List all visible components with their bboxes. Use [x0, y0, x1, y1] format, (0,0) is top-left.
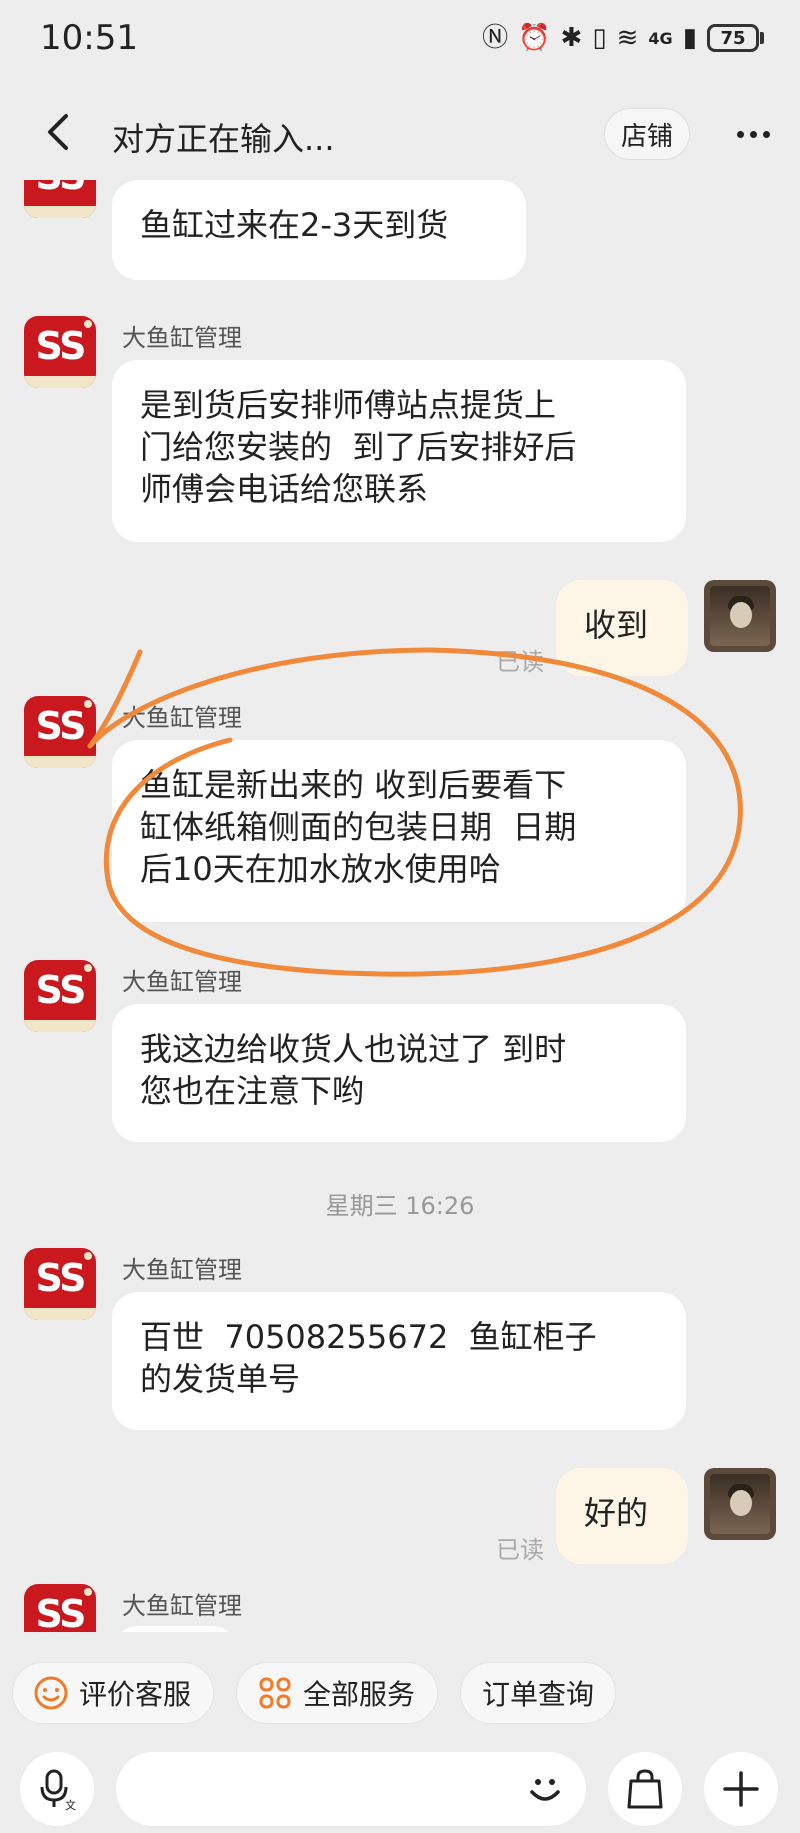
message-bubble[interactable]: 百世 70508255672 鱼缸柜子 的发货单号: [112, 1292, 686, 1430]
plus-icon: [723, 1771, 759, 1807]
emoji-icon: [530, 1779, 560, 1801]
battery-level: 75: [707, 24, 759, 52]
chat-list[interactable]: SS 鱼缸过来在2-3天到货 SS 大鱼缸管理 是到货后安排师傅站点提货上 门给…: [0, 180, 800, 1632]
sender-name: 大鱼缸管理: [122, 324, 242, 352]
status-icons: Ⓝ ⏰ ✱ ▯ ≋ 4G ▮ 75: [482, 20, 764, 56]
shop-avatar[interactable]: SS: [24, 1584, 96, 1632]
message-input[interactable]: [116, 1752, 586, 1826]
battery-icon: 75: [707, 24, 764, 52]
sender-name: 大鱼缸管理: [122, 968, 242, 996]
chip-label: 订单查询: [481, 1678, 594, 1711]
microphone-icon: 文: [40, 1769, 76, 1811]
status-time: 10:51: [40, 18, 138, 58]
more-actions-button[interactable]: [704, 1752, 778, 1826]
message-bubble[interactable]: 鱼缸是新出来的 收到后要看下 缸体纸箱侧面的包装日期 日期 后10天在加水放水使…: [112, 740, 686, 922]
read-status: 已读: [496, 1536, 544, 1564]
user-avatar[interactable]: [704, 1468, 776, 1540]
shop-avatar[interactable]: SS: [24, 180, 96, 218]
chat-header: 对方正在输入... 店铺: [0, 80, 800, 185]
vibrate-icon: ▯: [592, 23, 607, 53]
all-services-button[interactable]: 全部服务: [236, 1662, 438, 1724]
message-timestamp: 星期三 16:26: [325, 1192, 475, 1220]
alarm-icon: ⏰: [518, 23, 551, 53]
user-avatar[interactable]: [704, 580, 776, 652]
sender-name: 大鱼缸管理: [122, 1592, 242, 1620]
sender-name: 大鱼缸管理: [122, 1256, 242, 1284]
shop-avatar[interactable]: SS: [24, 696, 96, 768]
input-bar: 文: [0, 1732, 800, 1833]
back-button[interactable]: [40, 110, 80, 154]
page-title: 对方正在输入...: [112, 120, 335, 158]
shop-avatar[interactable]: SS: [24, 316, 96, 388]
shopping-bag-button[interactable]: [608, 1752, 682, 1826]
chevron-left-icon: [48, 114, 68, 150]
order-query-button[interactable]: 订单查询: [460, 1662, 616, 1724]
read-status: 已读: [496, 648, 544, 676]
status-bar: 10:51 Ⓝ ⏰ ✱ ▯ ≋ 4G ▮ 75: [0, 0, 800, 80]
shopping-bag-icon: [627, 1769, 663, 1809]
chip-label: 全部服务: [303, 1678, 416, 1711]
more-button[interactable]: [728, 110, 778, 158]
sender-name: 大鱼缸管理: [122, 704, 242, 732]
shop-avatar[interactable]: SS: [24, 1248, 96, 1320]
nfc-icon: Ⓝ: [482, 23, 509, 53]
my-message-bubble[interactable]: 好的: [556, 1468, 688, 1564]
quick-actions-bar: 评价客服 全部服务 订单查询: [0, 1632, 800, 1732]
more-icon: [736, 130, 744, 138]
rate-service-button[interactable]: 评价客服: [12, 1662, 214, 1724]
shop-avatar[interactable]: SS: [24, 960, 96, 1032]
wifi-icon: ≋: [616, 23, 639, 53]
grid-icon: [259, 1677, 291, 1709]
message-bubble[interactable]: 鱼缸过来在2-3天到货: [112, 180, 526, 280]
store-button[interactable]: 店铺: [604, 108, 690, 160]
chip-label: 评价客服: [79, 1678, 192, 1711]
signal-icon: ▮: [682, 23, 697, 53]
network-type: 4G: [648, 28, 673, 48]
emoji-button[interactable]: [520, 1764, 570, 1814]
bluetooth-icon: ✱: [560, 23, 583, 53]
voice-input-button[interactable]: 文: [20, 1752, 94, 1826]
message-bubble[interactable]: 我这边给收货人也说过了 到时 您也在注意下哟: [112, 1004, 686, 1142]
smile-icon: [34, 1676, 68, 1710]
svg-text:文: 文: [65, 1798, 76, 1811]
message-bubble[interactable]: 是到货后安排师傅站点提货上 门给您安装的 到了后安排好后 师傅会电话给您联系: [112, 360, 686, 542]
my-message-bubble[interactable]: 收到: [556, 580, 688, 676]
